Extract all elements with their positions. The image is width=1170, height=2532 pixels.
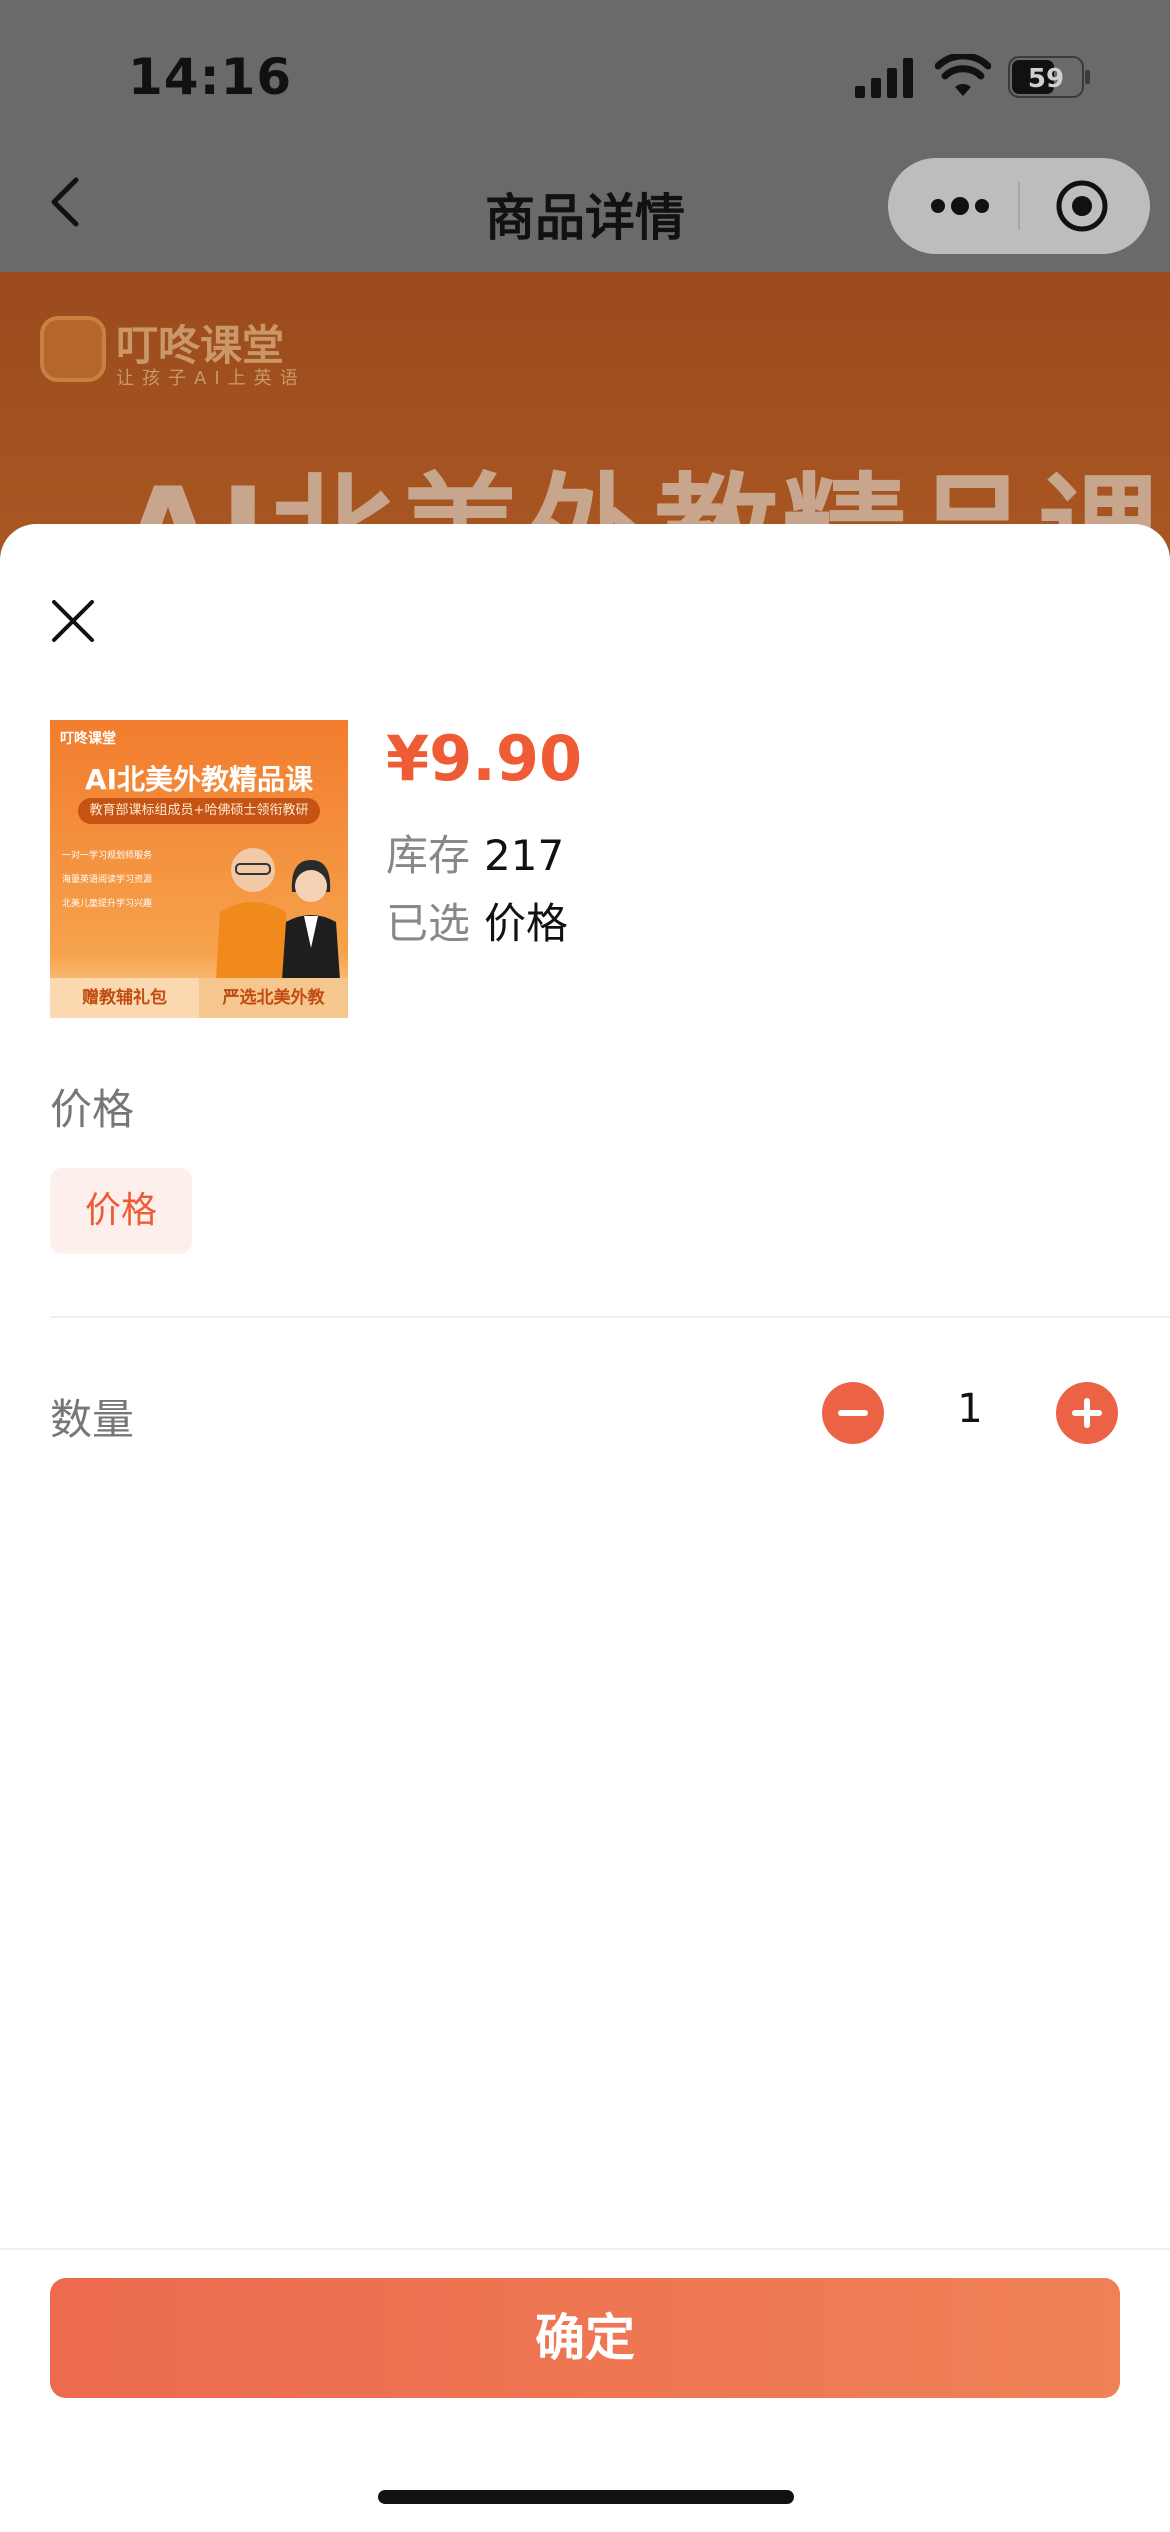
capsule-divider — [1018, 182, 1020, 230]
cellular-signal-icon — [855, 58, 913, 98]
thumbnail-footer: 赠教辅礼包 严选北美外教 — [50, 978, 348, 1018]
more-dots-icon[interactable] — [928, 188, 992, 224]
thumbnail-brand: 叮咚课堂 — [60, 731, 116, 747]
product-thumbnail: 叮咚课堂 AI北美外教精品课 教育部课标组成员+哈佛硕士领衔教研 一对一学习规划… — [50, 720, 348, 1018]
navigation-bar: 商品详情 — [0, 150, 1170, 272]
selected-value: 价格 — [484, 899, 569, 948]
product-price: ¥9.90 — [386, 722, 583, 795]
thumbnail-bullet: 一对一学习规划师服务 — [62, 851, 153, 861]
stock-label: 库存 — [386, 831, 471, 880]
wifi-icon — [935, 54, 991, 96]
spec-label: 价格 — [50, 1085, 135, 1134]
minus-icon[interactable] — [822, 1382, 884, 1444]
thumbnail-bullets: 一对一学习规划师服务 海量英语阅读学习资源 北美儿童提升学习兴趣 — [62, 844, 152, 916]
thumbnail-footer-left: 赠教辅礼包 — [50, 978, 199, 1018]
thumbnail-title: AI北美外教精品课 — [84, 763, 314, 796]
screen: 14:16 59 商品详情 叮咚课堂 让孩子AI上英语 AI北美外教精品课 叮咚… — [0, 0, 1170, 2532]
mini-program-capsule — [888, 158, 1150, 254]
banner-slogan: 让孩子AI上英语 — [116, 368, 306, 389]
status-time: 14:16 — [128, 48, 293, 106]
battery-level: 59 — [1028, 64, 1064, 94]
stock-value: 217 — [484, 831, 565, 880]
selected-row: 已选 价格 — [386, 890, 568, 951]
divider — [50, 1316, 1170, 1318]
selected-label: 已选 — [386, 899, 471, 948]
sku-bottom-sheet: 叮咚课堂 AI北美外教精品课 教育部课标组成员+哈佛硕士领衔教研 一对一学习规划… — [0, 524, 1170, 2532]
home-indicator — [378, 2490, 794, 2504]
thumbnail-bullet: 海量英语阅读学习资源 — [62, 875, 153, 885]
battery-icon: 59 — [1008, 56, 1090, 98]
status-bar: 14:16 59 — [0, 0, 1170, 150]
teacher-illustration — [282, 860, 340, 980]
spec-option-chip[interactable]: 价格 — [50, 1168, 192, 1254]
stock-row: 库存 217 — [386, 822, 564, 883]
close-icon[interactable] — [50, 598, 96, 644]
quantity-value[interactable]: 1 — [930, 1386, 1010, 1432]
thumbnail-subtitle: 教育部课标组成员+哈佛硕士领衔教研 — [78, 798, 320, 824]
thumbnail-footer-right: 严选北美外教 — [199, 978, 348, 1018]
brand-logo-icon — [40, 316, 106, 382]
plus-icon[interactable] — [1056, 1382, 1118, 1444]
confirm-button[interactable]: 确定 — [50, 2278, 1120, 2398]
quantity-label: 数量 — [50, 1395, 135, 1444]
thumbnail-bullet: 北美儿童提升学习兴趣 — [62, 899, 153, 909]
footer-divider — [0, 2248, 1170, 2250]
close-mini-program-icon[interactable] — [1054, 178, 1110, 234]
product-banner: 叮咚课堂 让孩子AI上英语 AI北美外教精品课 — [0, 272, 1170, 552]
